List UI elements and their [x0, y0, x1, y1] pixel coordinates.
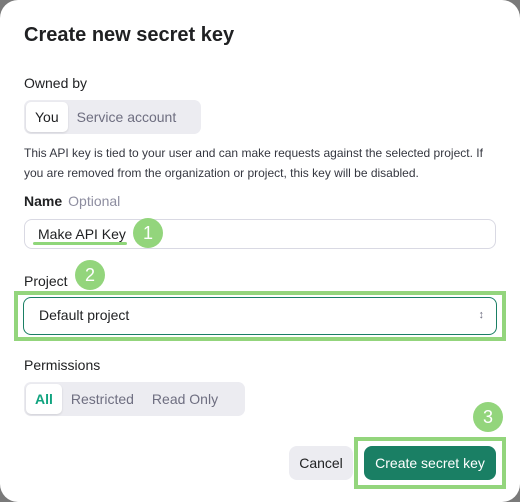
owned-by-segmented-control: You Service account [24, 100, 201, 134]
owned-by-option-you[interactable]: You [26, 102, 68, 132]
project-select[interactable]: Default project ↕ [23, 297, 497, 335]
step-badge-1: 1 [133, 218, 163, 248]
owned-by-option-service-account[interactable]: Service account [68, 102, 186, 132]
name-highlight-underline [33, 242, 127, 245]
create-secret-key-button[interactable]: Create secret key [364, 446, 496, 480]
name-optional-text: Optional [68, 193, 121, 209]
cancel-button[interactable]: Cancel [289, 446, 353, 480]
name-label-text: Name [24, 193, 63, 209]
permissions-option-restricted[interactable]: Restricted [62, 384, 143, 414]
name-label: Name Optional [24, 193, 120, 209]
create-secret-key-dialog: Create new secret key Owned by You Servi… [0, 0, 520, 502]
permissions-option-all[interactable]: All [26, 384, 62, 414]
project-label: Project [24, 273, 68, 289]
step-badge-3: 3 [473, 402, 503, 432]
api-key-description: This API key is tied to your user and ca… [24, 146, 483, 180]
permissions-segmented-control: All Restricted Read Only [24, 382, 245, 416]
dialog-title: Create new secret key [24, 24, 235, 46]
permissions-label: Permissions [24, 357, 101, 373]
owned-by-label: Owned by [24, 75, 88, 91]
project-select-value: Default project [39, 307, 130, 323]
chevron-up-down-icon: ↕ [478, 309, 485, 321]
permissions-option-read-only[interactable]: Read Only [143, 384, 227, 414]
step-badge-2: 2 [75, 260, 105, 290]
